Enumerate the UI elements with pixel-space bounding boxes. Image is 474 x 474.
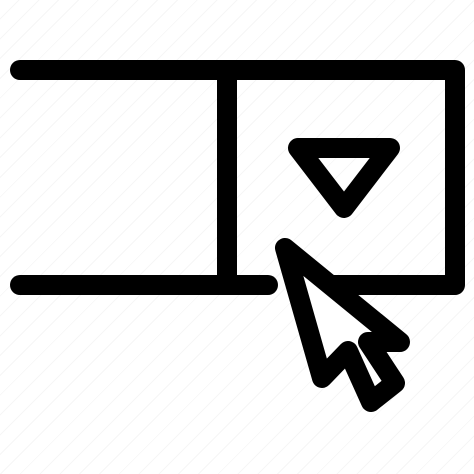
mouse-pointer-icon bbox=[275, 238, 410, 412]
icon-canvas bbox=[0, 0, 474, 474]
dropdown-field-outline bbox=[10, 60, 465, 295]
dropdown-select-click-icon bbox=[10, 60, 465, 412]
triangle-down-icon bbox=[288, 138, 400, 218]
dropdown-field-icon bbox=[10, 60, 465, 295]
